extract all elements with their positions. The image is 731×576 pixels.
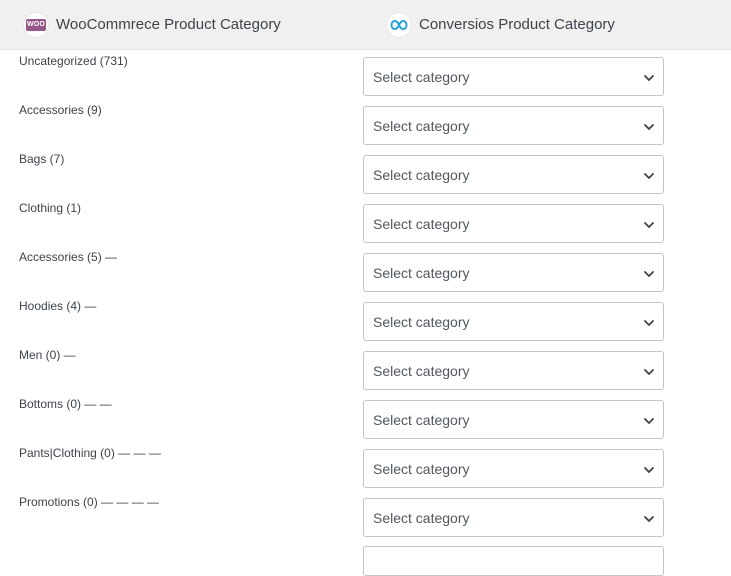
conversios-column-header: Conversios Product Category — [387, 0, 615, 49]
select-value: Select category — [373, 216, 470, 232]
select-value: Select category — [373, 363, 470, 379]
woocommerce-category-label: Accessories (5) — — [19, 250, 118, 264]
chevron-down-icon — [643, 512, 655, 524]
category-row: Promotions (0) — — — — Select category — [0, 490, 731, 539]
category-row: Pants|Clothing (0) — — — Select category — [0, 441, 731, 490]
select-value: Select category — [373, 314, 470, 330]
woocommerce-logo-icon: WOO — [24, 12, 48, 37]
category-row: Men (0) — Select category — [0, 343, 731, 392]
woo-logo-text: WOO — [26, 18, 46, 31]
chevron-down-icon — [643, 267, 655, 279]
conversios-category-select[interactable]: Select category — [363, 351, 664, 390]
category-row: Accessories (5) — Select category — [0, 245, 731, 294]
conversios-category-select[interactable]: Select category — [363, 106, 664, 145]
category-row: Accessories (9) Select category — [0, 98, 731, 147]
conversios-column-title: Conversios Product Category — [419, 16, 615, 33]
conversios-category-select[interactable]: Select category — [363, 449, 664, 488]
woocommerce-column-header: WOO WooCommrece Product Category — [24, 0, 281, 49]
select-value: Select category — [373, 412, 470, 428]
woocommerce-category-label: Accessories (9) — [19, 103, 102, 117]
conversios-logo-icon — [387, 12, 411, 37]
category-row: Uncategorized (731) Select category — [0, 49, 731, 98]
select-value: Select category — [373, 167, 470, 183]
woocommerce-category-label: Men (0) — — [19, 348, 76, 362]
woocommerce-column-title: WooCommrece Product Category — [56, 16, 281, 33]
chevron-down-icon — [643, 365, 655, 377]
select-value: Select category — [373, 118, 470, 134]
category-row: Bottoms (0) — — Select category — [0, 392, 731, 441]
category-mapping-header: WOO WooCommrece Product Category Convers… — [0, 0, 731, 50]
conversios-category-select[interactable]: Select category — [363, 155, 664, 194]
conversios-category-select[interactable]: Select category — [363, 204, 664, 243]
woocommerce-category-label: Bags (7) — [19, 152, 65, 166]
chevron-down-icon — [643, 414, 655, 426]
select-value: Select category — [373, 461, 470, 477]
select-value: Select category — [373, 69, 470, 85]
chevron-down-icon — [643, 71, 655, 83]
woocommerce-category-label: Hoodies (4) — — [19, 299, 97, 313]
select-value: Select category — [373, 510, 470, 526]
woocommerce-category-label: Clothing (1) — [19, 201, 82, 215]
conversios-category-select[interactable]: Select category — [363, 498, 664, 537]
woocommerce-category-label: Bottoms (0) — — — [19, 397, 112, 411]
chevron-down-icon — [643, 120, 655, 132]
chevron-down-icon — [643, 316, 655, 328]
select-value: Select category — [373, 265, 470, 281]
conversios-category-select[interactable]: Select category — [363, 302, 664, 341]
category-select-partial[interactable] — [363, 546, 664, 576]
conversios-category-select[interactable]: Select category — [363, 253, 664, 292]
chevron-down-icon — [643, 218, 655, 230]
woocommerce-category-label: Pants|Clothing (0) — — — — [19, 446, 161, 460]
chevron-down-icon — [643, 169, 655, 181]
category-row: Bags (7) Select category — [0, 147, 731, 196]
chevron-down-icon — [643, 463, 655, 475]
woocommerce-category-label: Promotions (0) — — — — — [19, 495, 160, 509]
category-row: Clothing (1) Select category — [0, 196, 731, 245]
category-row: Hoodies (4) — Select category — [0, 294, 731, 343]
conversios-category-select[interactable]: Select category — [363, 57, 664, 96]
woocommerce-category-label: Uncategorized (731) — [19, 54, 128, 68]
conversios-category-select[interactable]: Select category — [363, 400, 664, 439]
